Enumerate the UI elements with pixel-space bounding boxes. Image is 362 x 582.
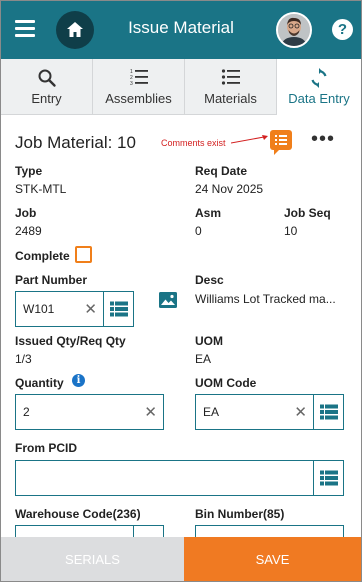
tab-entry-label: Entry: [31, 91, 62, 106]
hamburger-menu-icon[interactable]: [15, 20, 35, 38]
tab-assemblies[interactable]: 1 2 3 Assemblies: [93, 59, 185, 115]
type-value: STK-MTL: [15, 182, 67, 196]
job-seq-value: 10: [284, 224, 298, 238]
job-material-title: Job Material: 10: [15, 133, 136, 152]
issued-req-qty-value: 1/3: [15, 352, 32, 366]
quantity-field[interactable]: 2 ✕: [15, 394, 164, 430]
uom-code-field[interactable]: EA ✕: [195, 394, 344, 430]
part-number-label: Part Number: [15, 273, 88, 287]
image-icon[interactable]: [159, 292, 177, 308]
job-material-form: Job Material: 10 Comments exist ••• Type…: [1, 115, 361, 561]
job-label: Job: [15, 206, 37, 220]
asm-label: Asm: [195, 206, 222, 220]
save-button[interactable]: SAVE: [184, 537, 361, 581]
type-label: Type: [15, 164, 43, 178]
uom-code-lookup-button[interactable]: [313, 395, 343, 429]
arrow-right-icon: [231, 135, 268, 144]
home-button[interactable]: [56, 11, 94, 49]
tab-materials-label: Materials: [204, 91, 257, 106]
issued-req-qty-label: Issued Qty/Req Qty: [15, 334, 126, 348]
home-icon: [67, 22, 83, 37]
from-pcid-field[interactable]: [15, 460, 344, 496]
part-number-field[interactable]: W101 ✕: [15, 291, 134, 327]
tab-data-entry-label: Data Entry: [288, 91, 350, 106]
from-pcid-label: From PCID: [15, 441, 78, 455]
clear-icon[interactable]: ✕: [144, 403, 157, 421]
from-pcid-lookup-button[interactable]: [313, 461, 343, 495]
clear-icon[interactable]: ✕: [294, 403, 307, 421]
info-icon[interactable]: i: [72, 374, 85, 387]
req-date-label: Req Date: [195, 164, 248, 178]
tab-data-entry[interactable]: Data Entry: [277, 59, 361, 116]
list-icon: [221, 69, 240, 85]
desc-label: Desc: [195, 273, 224, 287]
list-lookup-icon: [320, 470, 338, 486]
more-options-button[interactable]: •••: [311, 128, 335, 151]
uom-label: UOM: [195, 334, 223, 348]
page-title: Issue Material: [128, 18, 234, 37]
req-date-value: 24 Nov 2025: [195, 182, 264, 196]
quantity-value: 2: [23, 405, 30, 419]
list-lookup-icon: [320, 404, 338, 420]
job-seq-label: Job Seq: [284, 206, 331, 220]
uom-code-value: EA: [203, 405, 220, 419]
warehouse-code-label: Warehouse Code(236): [15, 507, 141, 521]
footer-actions: SERIALS SAVE: [1, 537, 361, 581]
part-number-value: W101: [23, 302, 55, 316]
comment-list-icon: [275, 135, 287, 145]
job-value: 2489: [15, 224, 42, 238]
tab-materials[interactable]: Materials: [185, 59, 277, 115]
user-avatar[interactable]: [276, 12, 312, 48]
part-number-lookup-button[interactable]: [103, 292, 133, 326]
tab-assemblies-label: Assemblies: [105, 91, 172, 106]
desc-value: Williams Lot Tracked ma...: [195, 292, 336, 306]
help-button[interactable]: ?: [332, 19, 353, 40]
comments-exist-note: Comments exist: [161, 138, 226, 148]
app-frame: Issue Material ? Entry 1 2 3 Assemblies …: [0, 0, 362, 582]
comments-button[interactable]: [270, 130, 292, 155]
serials-button[interactable]: SERIALS: [1, 537, 184, 581]
tab-bar: Entry 1 2 3 Assemblies Materials Data En…: [1, 59, 361, 116]
tab-entry[interactable]: Entry: [1, 59, 93, 115]
complete-checkbox[interactable]: [75, 246, 92, 263]
list-lookup-icon: [110, 301, 128, 317]
complete-label: Complete: [15, 249, 70, 263]
clear-icon[interactable]: ✕: [84, 300, 97, 318]
sync-icon: [311, 68, 327, 88]
svg-text:3: 3: [130, 81, 133, 86]
search-icon: [38, 69, 56, 87]
avatar-picture-icon: [278, 14, 310, 46]
asm-value: 0: [195, 224, 202, 238]
uom-code-label: UOM Code: [195, 376, 257, 390]
app-header: Issue Material ?: [1, 1, 361, 59]
uom-value: EA: [195, 352, 212, 366]
numbered-list-icon: 1 2 3: [130, 69, 148, 86]
quantity-label: Quantity: [15, 376, 64, 390]
bin-number-label: Bin Number(85): [195, 507, 285, 521]
